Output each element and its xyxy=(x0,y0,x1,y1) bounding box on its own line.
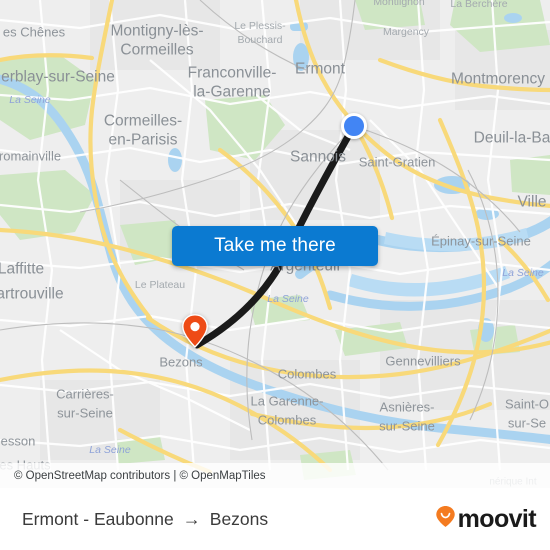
take-me-there-label: Take me there xyxy=(214,235,336,256)
map-attribution-bar: © OpenStreetMap contributors | © OpenMap… xyxy=(0,463,550,488)
attribution-text[interactable]: © OpenStreetMap contributors | © OpenMap… xyxy=(14,470,266,482)
destination-marker[interactable] xyxy=(182,314,208,348)
moovit-logo[interactable]: moovit xyxy=(435,504,537,534)
route-destination-label: Bezons xyxy=(209,508,269,529)
moovit-route-map-page: es Chênes Montigny-lès- Cormeilles Le Pless… xyxy=(0,0,550,550)
arrow-right-icon: → xyxy=(182,509,201,529)
moovit-pin-icon xyxy=(435,505,456,533)
origin-marker[interactable] xyxy=(341,113,367,139)
moovit-wordmark: moovit xyxy=(457,504,537,533)
footer-bar: Ermont - Eaubonne → Bezons moovit xyxy=(0,488,550,550)
map-canvas[interactable]: es Chênes Montigny-lès- Cormeilles Le Pless… xyxy=(0,0,550,488)
route-title: Ermont - Eaubonne → Bezons xyxy=(22,509,268,530)
route-origin-label: Ermont - Eaubonne xyxy=(22,508,174,529)
take-me-there-button[interactable]: Take me there xyxy=(172,226,378,266)
